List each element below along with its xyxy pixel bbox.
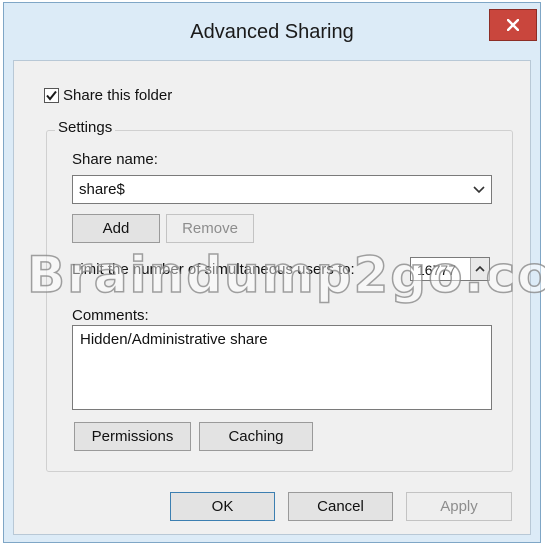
spin-up-icon bbox=[475, 265, 485, 272]
title-bar[interactable]: Advanced Sharing bbox=[4, 3, 540, 59]
user-limit-value: 16777 bbox=[417, 262, 456, 278]
comments-label: Comments: bbox=[72, 307, 149, 324]
comments-textarea[interactable]: Hidden/Administrative share bbox=[72, 325, 492, 410]
share-name-value: share$ bbox=[79, 181, 125, 198]
user-limit-spinbox[interactable]: 16777 bbox=[410, 257, 490, 281]
cancel-button[interactable]: Cancel bbox=[288, 492, 393, 521]
permissions-button[interactable]: Permissions bbox=[74, 422, 191, 451]
window-title: Advanced Sharing bbox=[190, 21, 354, 43]
spin-up-button[interactable] bbox=[470, 258, 489, 280]
share-folder-checkbox-row[interactable]: Share this folder bbox=[44, 85, 172, 105]
dialog-body: Share this folder Settings Share name: s… bbox=[13, 60, 531, 535]
limit-users-label: Limit the number of simultaneous users t… bbox=[72, 261, 355, 278]
share-folder-checkbox[interactable] bbox=[44, 87, 59, 103]
checkmark-icon bbox=[46, 90, 57, 101]
share-name-label: Share name: bbox=[72, 151, 158, 168]
apply-button[interactable]: Apply bbox=[406, 492, 512, 521]
share-name-combobox[interactable]: share$ bbox=[72, 175, 492, 204]
add-button[interactable]: Add bbox=[72, 214, 160, 243]
advanced-sharing-window: Advanced Sharing Share this folder Setti… bbox=[3, 2, 541, 543]
ok-button[interactable]: OK bbox=[170, 492, 275, 521]
close-icon bbox=[507, 19, 519, 31]
caching-button[interactable]: Caching bbox=[199, 422, 313, 451]
close-button[interactable] bbox=[489, 9, 537, 41]
share-folder-label: Share this folder bbox=[63, 86, 173, 104]
remove-button[interactable]: Remove bbox=[166, 214, 254, 243]
chevron-down-icon[interactable] bbox=[473, 185, 485, 195]
settings-group-label: Settings bbox=[55, 119, 116, 136]
